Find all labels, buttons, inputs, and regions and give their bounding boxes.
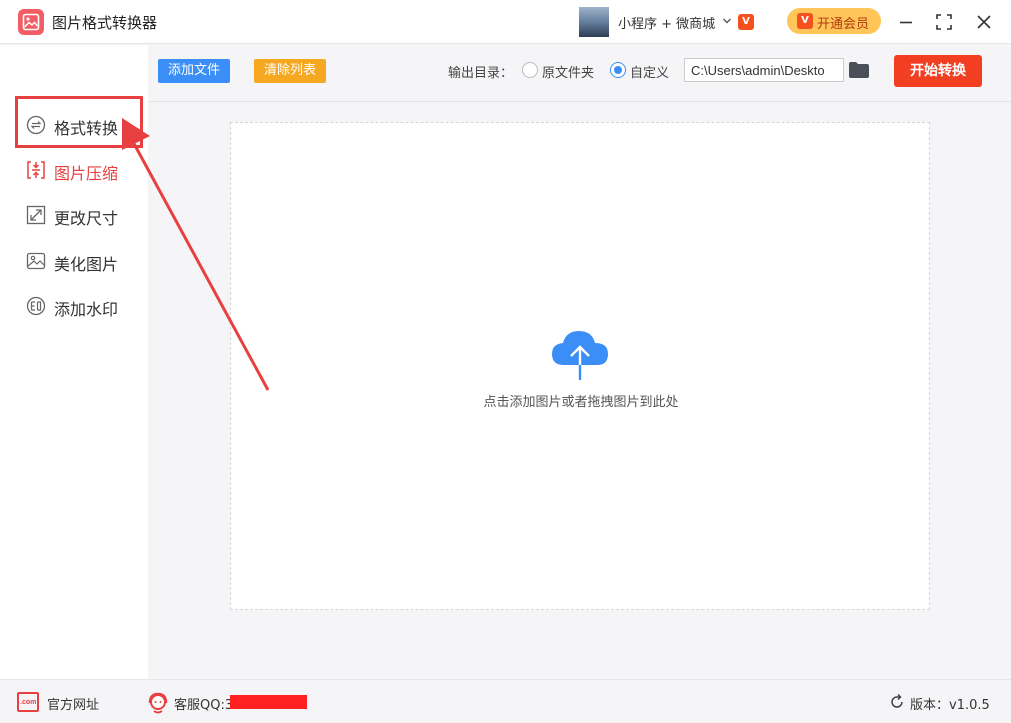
add-files-button[interactable]: 添加文件 [158, 59, 230, 83]
open-vip-button[interactable]: V 开通会员 [787, 8, 881, 34]
cloud-upload-icon [552, 331, 608, 380]
account-thumbnail[interactable] [579, 7, 609, 37]
compress-icon [27, 161, 45, 179]
clear-list-button[interactable]: 清除列表 [254, 59, 326, 83]
output-path-input[interactable] [684, 58, 844, 82]
output-dir-label: 输出目录： [448, 66, 514, 81]
vip-icon: V [797, 13, 813, 29]
minimize-button[interactable] [892, 8, 920, 36]
sidebar-item-label: 添加水印 [54, 300, 119, 319]
customer-service-icon [148, 692, 168, 714]
support-qq-label[interactable]: 客服QQ:3 [174, 694, 233, 713]
radio-custom-label[interactable]: 自定义 [630, 62, 669, 81]
official-website-link[interactable]: 官方网址 [47, 694, 99, 713]
start-convert-button[interactable]: 开始转换 [894, 55, 982, 87]
title-bar: 图片格式转换器 小程序 + 微商城 V V 开通会员 [0, 0, 1011, 44]
radio-custom[interactable] [610, 62, 626, 78]
redacted-qq-number [230, 695, 307, 709]
radio-original-folder-label[interactable]: 原文件夹 [542, 62, 594, 81]
maximize-button[interactable] [930, 8, 958, 36]
beautify-icon [26, 252, 46, 270]
close-button[interactable] [970, 8, 998, 36]
app-logo-icon [18, 9, 44, 35]
website-icon[interactable]: .com [17, 692, 39, 712]
website-icon-text: .com [20, 699, 37, 706]
close-icon [977, 15, 991, 29]
drop-hint-text: 点击添加图片或者拖拽图片到此处 [483, 395, 679, 410]
watermark-icon [26, 296, 46, 316]
mini-program-link[interactable]: 小程序 + 微商城 [618, 13, 715, 32]
maximize-icon [936, 14, 952, 30]
toolbar: 添加文件 清除列表 输出目录： 原文件夹 自定义 开始转换 [148, 45, 1011, 102]
app-title: 图片格式转换器 [52, 14, 158, 32]
resize-icon [26, 205, 46, 225]
sidebar-item-label: 图片压缩 [54, 164, 119, 183]
open-vip-label: 开通会员 [817, 17, 870, 32]
status-bar: .com 官方网址 客服QQ:3 版本：v1.0.5 [0, 679, 1011, 723]
folder-icon[interactable] [848, 61, 870, 79]
refresh-icon[interactable] [889, 694, 905, 710]
minimize-icon [900, 21, 912, 24]
radio-original-folder[interactable] [522, 62, 538, 78]
file-drop-zone[interactable]: 点击添加图片或者拖拽图片到此处 [230, 122, 930, 610]
sidebar-item-label: 更改尺寸 [54, 209, 119, 228]
version-label: 版本：v1.0.5 [910, 698, 990, 713]
chevron-down-icon[interactable] [722, 14, 732, 28]
vip-icon: V [738, 14, 754, 30]
sidebar-item-label: 美化图片 [54, 255, 119, 274]
annotation-highlight-box [15, 96, 143, 148]
